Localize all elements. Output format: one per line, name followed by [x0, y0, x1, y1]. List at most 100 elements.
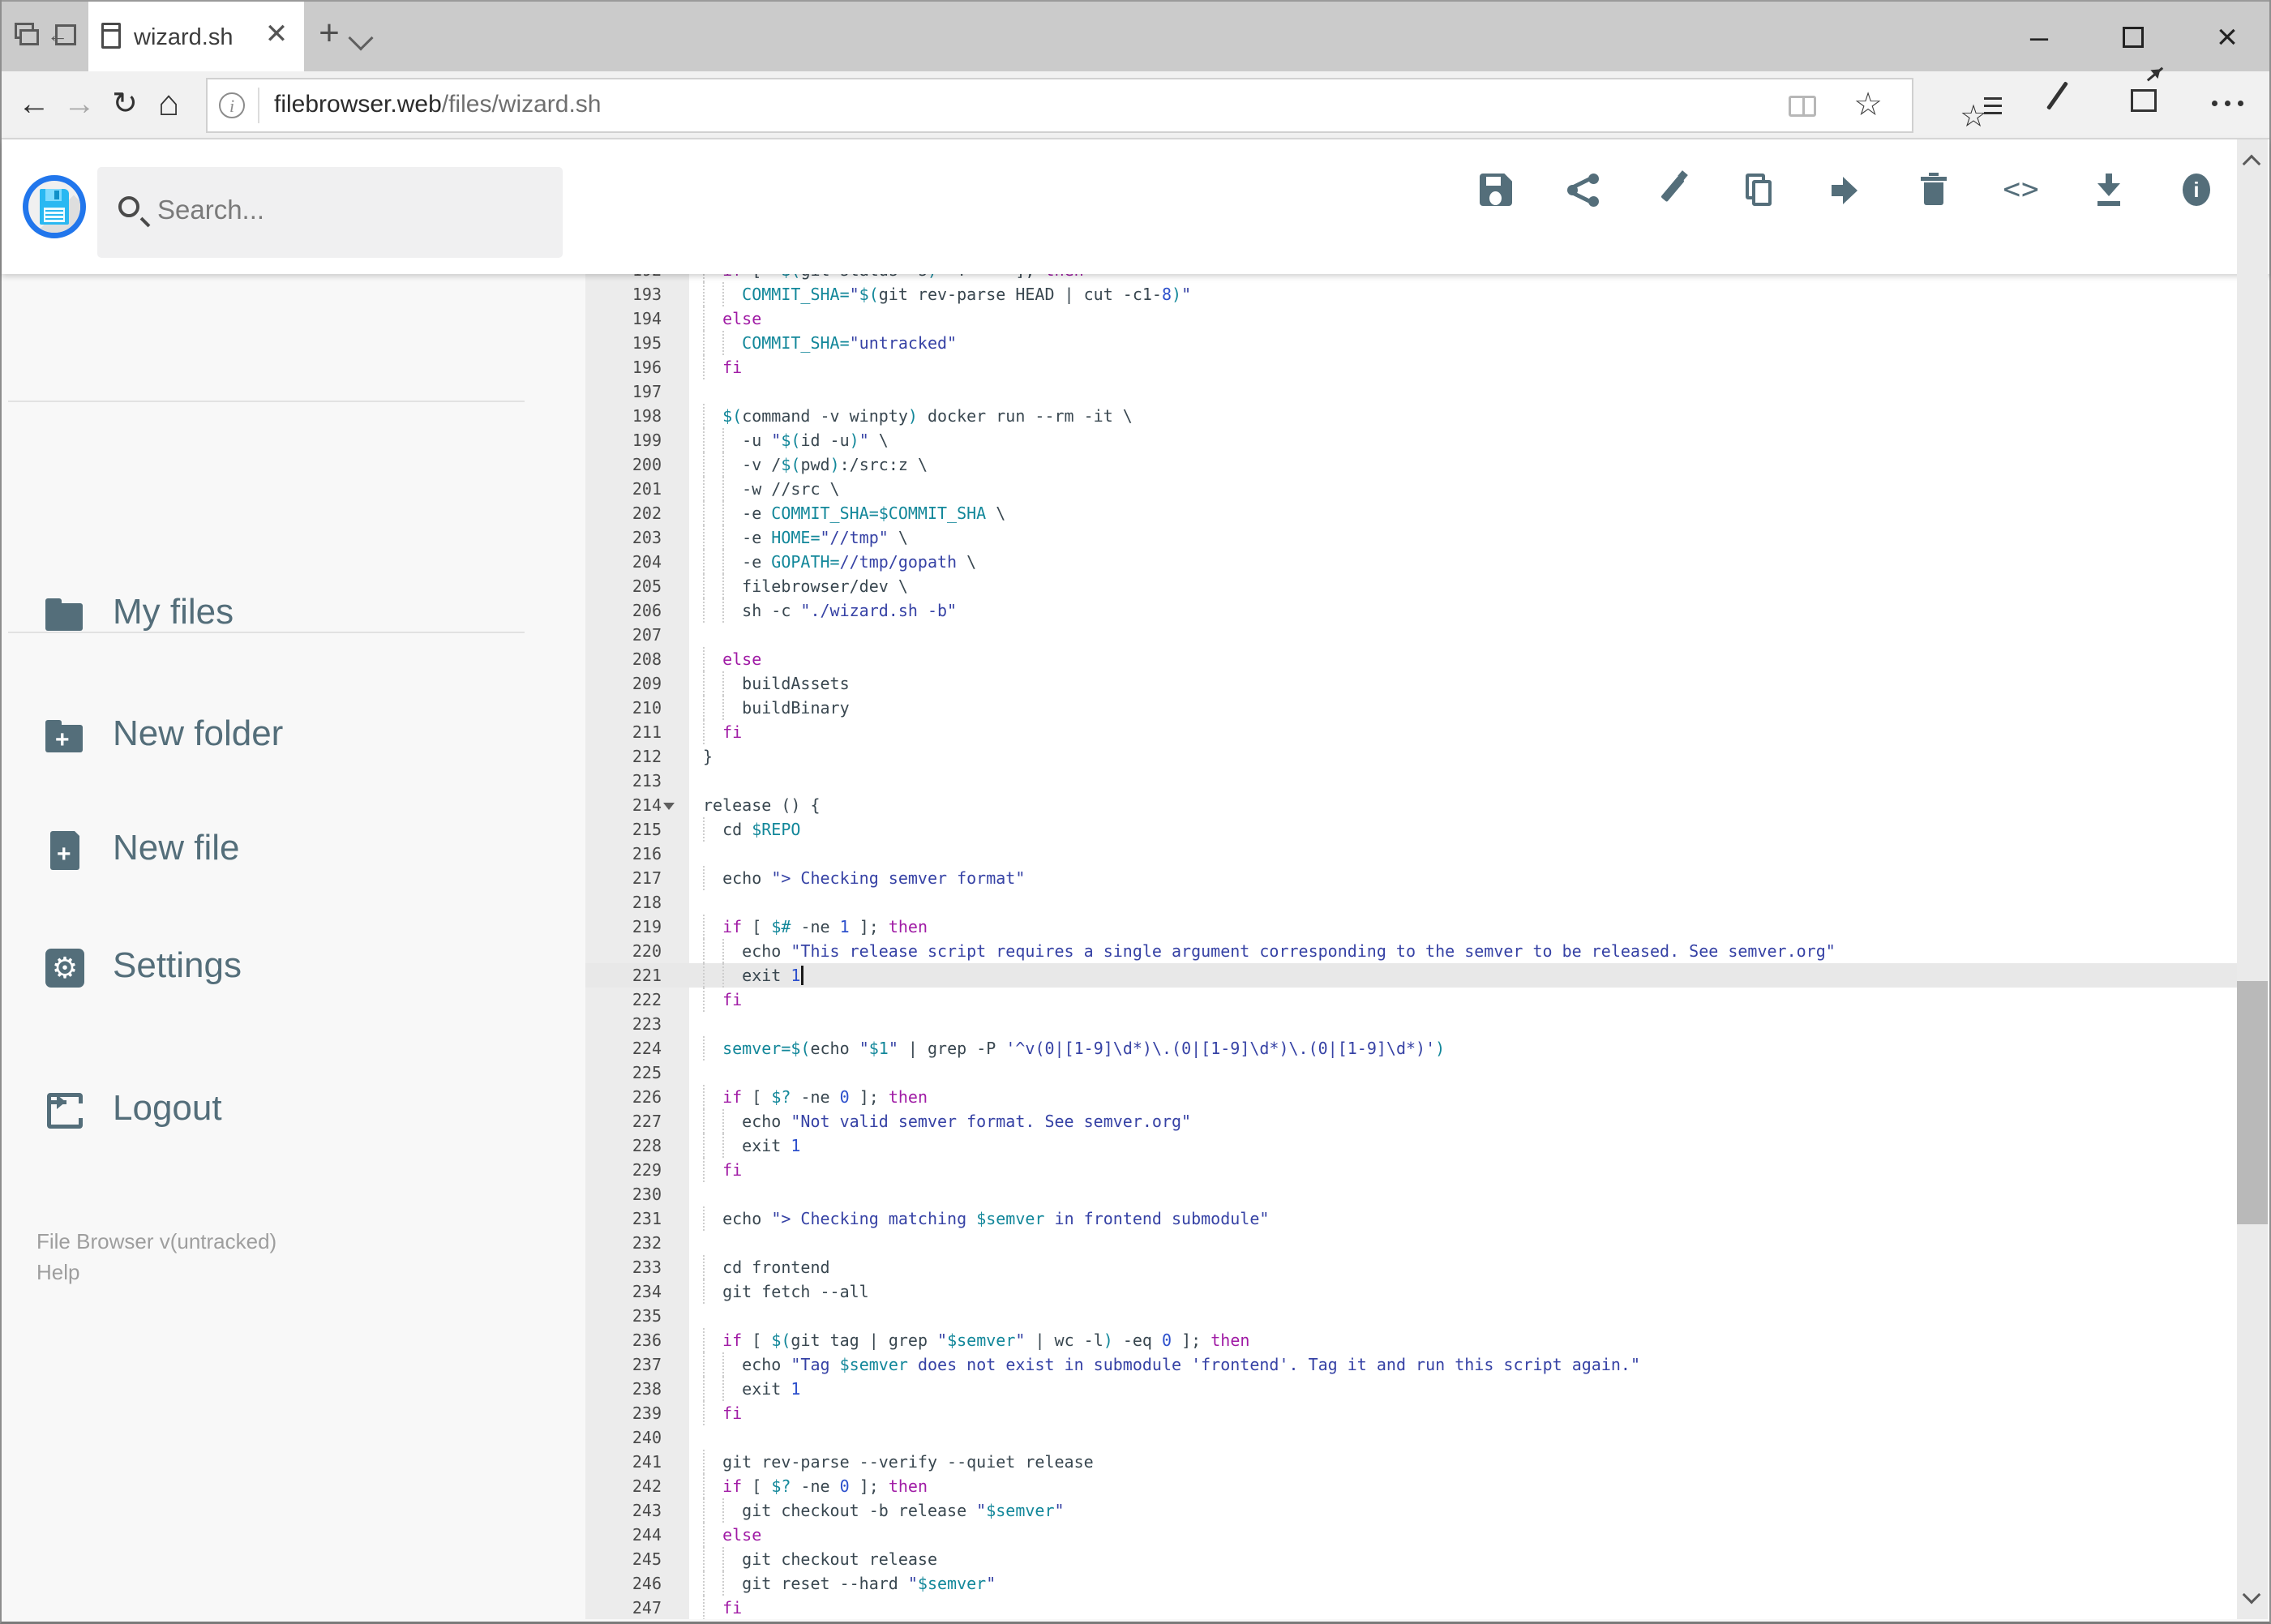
code-line[interactable]: $(command -v winpty) docker run --rm -it… — [689, 404, 2239, 428]
code-line[interactable]: echo "Not valid semver format. See semve… — [689, 1109, 2239, 1133]
delete-button[interactable] — [1914, 170, 1953, 209]
code-line[interactable]: git checkout -b release "$semver" — [689, 1498, 2239, 1523]
code-line[interactable]: if [ $(git tag | grep "$semver" | wc -l)… — [689, 1328, 2239, 1352]
code-line[interactable]: echo "> Checking matching $semver in fro… — [689, 1206, 2239, 1231]
code-line[interactable]: else — [689, 647, 2239, 671]
code-line[interactable]: -w //src \ — [689, 477, 2239, 501]
code-line[interactable]: if [ $# -ne 1 ]; then — [689, 915, 2239, 939]
scroll-up-icon[interactable] — [2242, 154, 2261, 174]
code-line[interactable]: cd $REPO — [689, 817, 2239, 842]
code-line[interactable]: echo "This release script requires a sin… — [689, 939, 2239, 963]
code-line[interactable]: if [ $? -ne 0 ]; then — [689, 1474, 2239, 1498]
code-line[interactable]: fi — [689, 720, 2239, 744]
code-line[interactable]: if [ "$(git status -s)" != '' ]; then — [689, 274, 2239, 282]
settings-more-icon[interactable] — [2209, 71, 2254, 139]
code-editor[interactable]: 192 if [ "$(git status -s)" != '' ]; the… — [585, 274, 2239, 1619]
minimize-button[interactable]: – — [2003, 2, 2076, 73]
code-line[interactable]: git checkout release — [689, 1547, 2239, 1571]
code-line[interactable] — [689, 1061, 2239, 1085]
forward-icon[interactable]: → — [57, 71, 102, 139]
download-button[interactable] — [2089, 170, 2128, 209]
code-line[interactable]: COMMIT_SHA="untracked" — [689, 331, 2239, 355]
code-line[interactable]: echo "> Checking semver format" — [689, 866, 2239, 890]
filebrowser-logo-icon[interactable] — [23, 175, 86, 238]
home-icon[interactable]: ⌂ — [146, 71, 191, 139]
url-text[interactable]: filebrowser.web/files/wizard.sh — [274, 91, 602, 118]
code-line[interactable]: fi — [689, 355, 2239, 379]
code-line[interactable]: git rev-parse --verify --quiet release — [689, 1450, 2239, 1474]
code-line[interactable] — [689, 769, 2239, 793]
code-line[interactable]: -e GOPATH=//tmp/gopath \ — [689, 550, 2239, 574]
code-line[interactable] — [689, 1304, 2239, 1328]
help-link[interactable]: Help — [36, 1260, 79, 1285]
back-icon[interactable]: ← — [11, 71, 57, 139]
code-line[interactable] — [689, 1231, 2239, 1255]
code-line[interactable]: release () { — [689, 793, 2239, 817]
code-line[interactable]: exit 1 — [689, 1133, 2239, 1158]
fold-toggle-icon[interactable] — [663, 803, 675, 816]
search-input[interactable]: Search... — [97, 167, 563, 258]
code-line[interactable]: cd frontend — [689, 1255, 2239, 1279]
code-view-button[interactable]: <> — [2002, 170, 2041, 209]
code-line[interactable]: if [ $? -ne 0 ]; then — [689, 1085, 2239, 1109]
code-line[interactable]: fi — [689, 1158, 2239, 1182]
code-line[interactable]: exit 1 — [689, 963, 2239, 988]
code-line[interactable] — [689, 623, 2239, 647]
share-page-icon[interactable] — [2126, 66, 2175, 139]
code-line[interactable]: -e HOME="//tmp" \ — [689, 525, 2239, 550]
code-line[interactable]: echo "Tag $semver does not exist in subm… — [689, 1352, 2239, 1377]
code-line[interactable]: -e COMMIT_SHA=$COMMIT_SHA \ — [689, 501, 2239, 525]
code-line[interactable]: git fetch --all — [689, 1279, 2239, 1304]
code-line[interactable]: fi — [689, 1596, 2239, 1619]
vertical-scrollbar[interactable] — [2237, 139, 2268, 1619]
code-line[interactable]: -v /$(pwd):/src:z \ — [689, 452, 2239, 477]
sidebar-item-logout[interactable]: Logout — [3, 1077, 585, 1145]
new-tab-button[interactable]: + — [311, 13, 347, 54]
code-line[interactable]: semver=$(echo "$1" | grep -P '^v(0|[1-9]… — [689, 1036, 2239, 1061]
favorite-star-icon[interactable]: ☆ — [1853, 86, 1883, 123]
code-line[interactable]: } — [689, 744, 2239, 769]
site-info-icon[interactable]: i — [219, 92, 245, 118]
code-line[interactable]: COMMIT_SHA="$(git rev-parse HEAD | cut -… — [689, 282, 2239, 306]
tab-preview-icon[interactable] — [11, 21, 44, 54]
sidebar-item-my-files[interactable]: My files — [3, 581, 585, 649]
info-button[interactable]: i — [2177, 170, 2216, 209]
hub-icon[interactable]: ☆ — [1960, 71, 2008, 139]
code-line[interactable] — [689, 1425, 2239, 1450]
active-tab[interactable]: wizard.sh ✕ — [88, 2, 304, 73]
code-line[interactable] — [689, 1012, 2239, 1036]
code-line[interactable]: fi — [689, 988, 2239, 1012]
code-line[interactable]: sh -c "./wizard.sh -b" — [689, 598, 2239, 623]
reading-view-icon[interactable] — [1789, 96, 1816, 117]
close-button[interactable]: × — [2191, 2, 2264, 73]
code-line[interactable]: git reset --hard "$semver" — [689, 1571, 2239, 1596]
code-line[interactable] — [689, 379, 2239, 404]
tab-close-icon[interactable]: ✕ — [260, 18, 293, 50]
code-line[interactable] — [689, 842, 2239, 866]
code-line[interactable]: else — [689, 1523, 2239, 1547]
code-line[interactable]: buildAssets — [689, 671, 2239, 696]
tab-dropdown-icon[interactable] — [348, 25, 374, 51]
code-line[interactable]: buildBinary — [689, 696, 2239, 720]
edit-button[interactable] — [1652, 170, 1690, 209]
refresh-icon[interactable]: ↻ — [102, 71, 148, 139]
scroll-down-icon[interactable] — [2242, 1585, 2261, 1605]
code-line[interactable] — [689, 890, 2239, 915]
set-tabs-aside-icon[interactable]: ← — [47, 21, 81, 54]
scrollbar-thumb[interactable] — [2237, 981, 2268, 1224]
sidebar-item-new-folder[interactable]: + New folder — [3, 702, 585, 770]
code-line[interactable]: exit 1 — [689, 1377, 2239, 1401]
code-line[interactable]: fi — [689, 1401, 2239, 1425]
address-bar[interactable]: i filebrowser.web/files/wizard.sh ☆ — [206, 78, 1913, 133]
code-line[interactable]: -u "$(id -u)" \ — [689, 428, 2239, 452]
sidebar-item-settings[interactable]: ⚙ Settings — [3, 934, 585, 1002]
code-line[interactable]: filebrowser/dev \ — [689, 574, 2239, 598]
copy-button[interactable] — [1739, 170, 1778, 209]
sidebar-item-new-file[interactable]: + New file — [3, 816, 585, 885]
code-line[interactable]: else — [689, 306, 2239, 331]
share-button[interactable] — [1564, 170, 1603, 209]
annotate-pen-icon[interactable]: ∼ — [2042, 71, 2091, 156]
code-line[interactable] — [689, 1182, 2239, 1206]
save-button[interactable] — [1476, 170, 1515, 209]
move-button[interactable] — [1827, 170, 1866, 209]
